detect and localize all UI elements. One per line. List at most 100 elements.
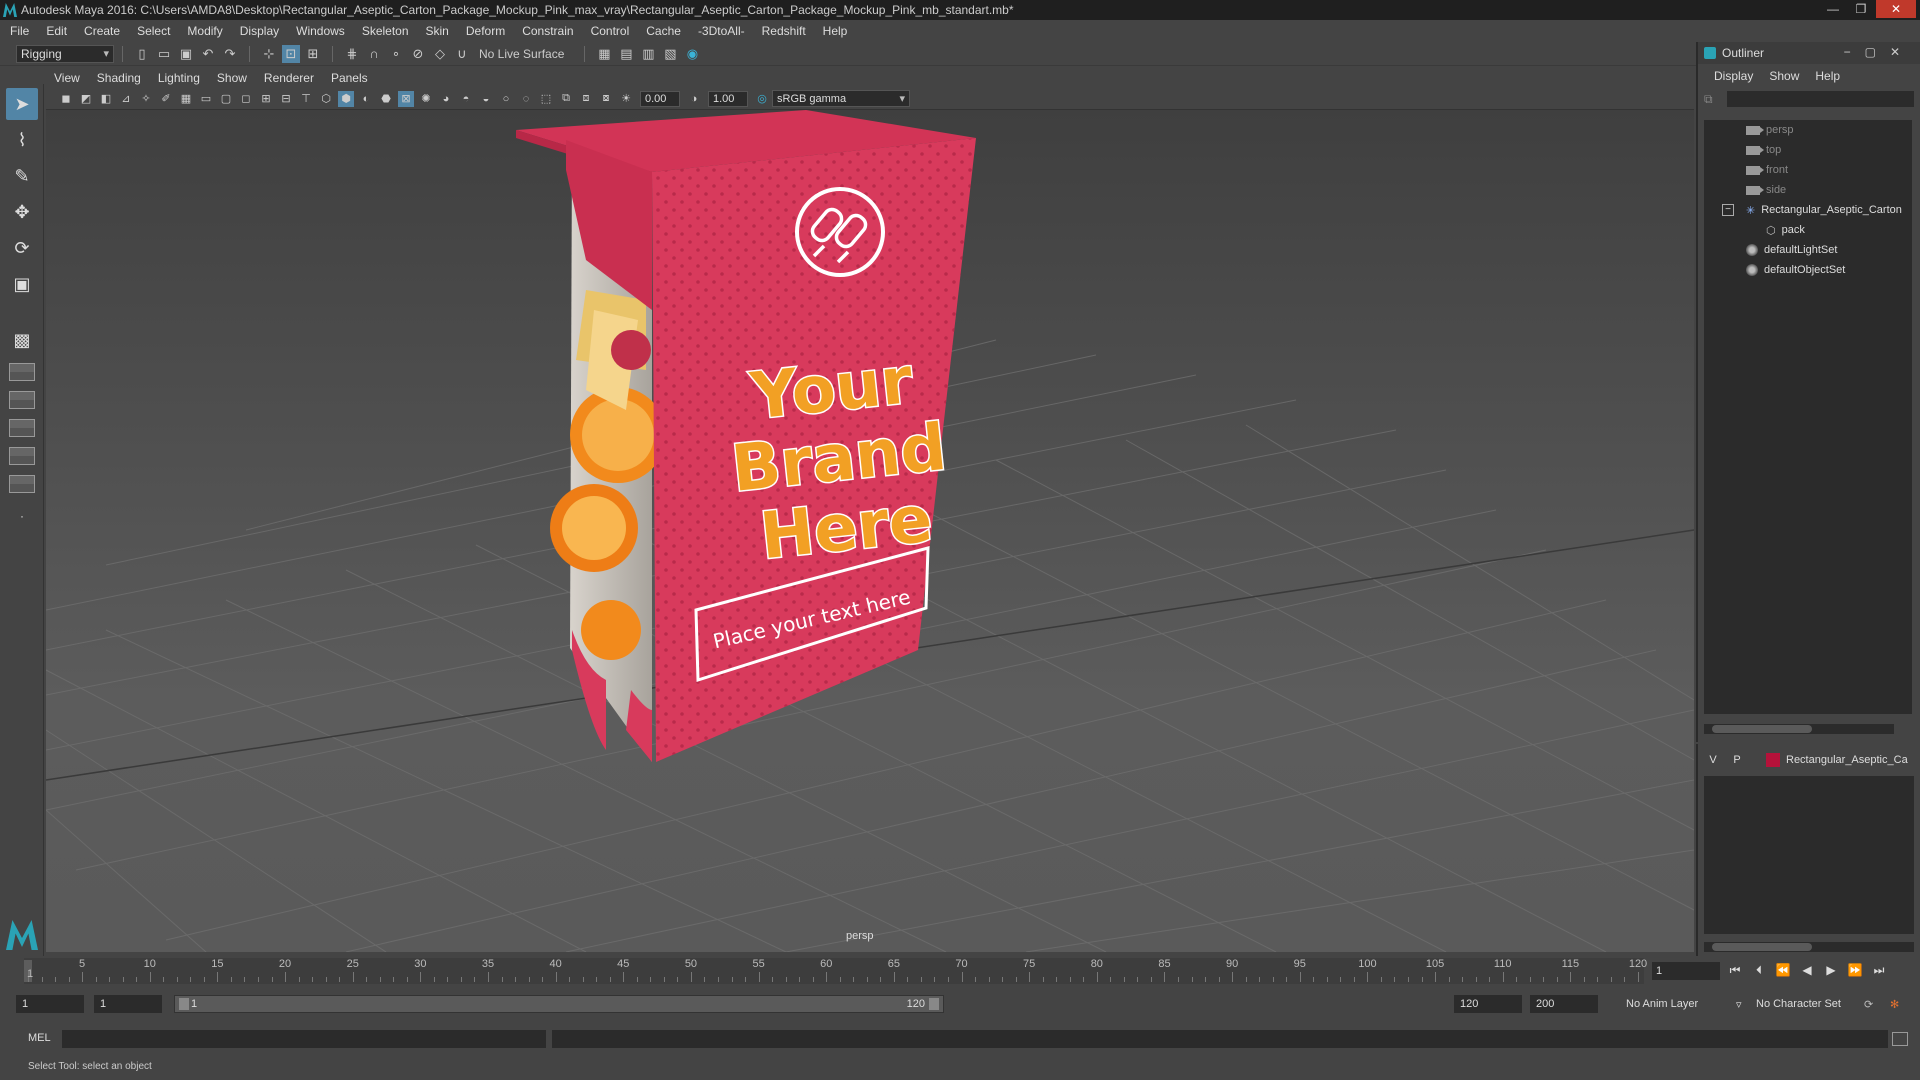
filter-icon[interactable]: ⧉ [1704, 92, 1713, 107]
menu-display[interactable]: Display [240, 24, 279, 38]
hypershade-icon[interactable]: ◉ [683, 45, 701, 63]
step-forward-frame-icon[interactable]: ⏩ [1846, 960, 1864, 980]
panel-menu-shading[interactable]: Shading [97, 71, 141, 85]
menu-file[interactable]: File [10, 24, 29, 38]
chevron-down-icon[interactable]: ▿ [1736, 995, 1742, 1013]
menu-3dtoall[interactable]: -3DtoAll- [698, 24, 745, 38]
select-object-icon[interactable]: ⊡ [282, 44, 300, 63]
anim-end-field[interactable]: 200 [1530, 995, 1598, 1013]
wireframe-icon[interactable]: ⬡ [318, 91, 334, 107]
camera-attributes-icon[interactable]: ◩ [78, 91, 94, 107]
outliner-item-default-object-set[interactable]: defaultObjectSet [1704, 260, 1912, 280]
play-forward-icon[interactable]: ▶ [1822, 960, 1840, 980]
maximize-icon[interactable]: ❐ [1848, 0, 1874, 18]
select-component-icon[interactable]: ⊞ [304, 45, 322, 63]
menu-create[interactable]: Create [84, 24, 120, 38]
snap-curve-icon[interactable]: ∩ [365, 45, 383, 63]
preferences-icon[interactable]: ✻ [1890, 995, 1899, 1013]
xray-joints-icon[interactable]: ⧈ [578, 91, 594, 107]
film-gate-icon[interactable]: ▭ [198, 91, 214, 107]
collapse-icon[interactable]: − [1722, 204, 1734, 216]
menu-modify[interactable]: Modify [187, 24, 222, 38]
layer-color-swatch[interactable] [1766, 753, 1780, 767]
minimize-icon[interactable]: — [1820, 0, 1846, 18]
outliner-item-side[interactable]: side [1704, 180, 1912, 200]
scale-tool-icon[interactable]: ▣ [6, 268, 38, 300]
display-layer-row[interactable]: V P Rectangular_Aseptic_Ca [1704, 750, 1914, 770]
outliner-item-top[interactable]: top [1704, 140, 1912, 160]
smooth-shade-icon[interactable]: ⬢ [338, 90, 354, 107]
snap-surface-icon[interactable]: ◇ [431, 45, 449, 63]
open-scene-icon[interactable]: ▭ [155, 45, 173, 63]
paint-select-icon[interactable]: ✎ [6, 160, 38, 192]
move-tool-icon[interactable]: ✥ [6, 196, 38, 228]
bookmark-icon[interactable]: ◧ [98, 91, 114, 107]
menu-select[interactable]: Select [137, 24, 170, 38]
go-to-end-icon[interactable]: ⏭ [1870, 960, 1888, 980]
safe-title-icon[interactable]: ⊤ [298, 91, 314, 107]
outliner-menu-show[interactable]: Show [1769, 69, 1799, 83]
menu-redshift[interactable]: Redshift [762, 24, 806, 38]
screen-space-ao-icon[interactable]: ◓ [458, 91, 474, 107]
gate-mask-icon[interactable]: ◻ [238, 91, 254, 107]
menu-skeleton[interactable]: Skeleton [362, 24, 409, 38]
auto-key-icon[interactable]: ⟳ [1864, 995, 1873, 1013]
redo-icon[interactable]: ↷ [221, 45, 239, 63]
grid-icon[interactable]: ▦ [178, 91, 194, 107]
single-perspective-icon[interactable]: ▩ [6, 324, 38, 356]
outliner-list[interactable]: persp top front side − ✳ Rectangular_Asept… [1704, 120, 1912, 714]
menu-constrain[interactable]: Constrain [522, 24, 573, 38]
rotate-tool-icon[interactable]: ⟳ [6, 232, 38, 264]
exposure-field[interactable]: 0.00 [640, 90, 680, 107]
command-input[interactable] [62, 1030, 546, 1048]
more-layouts-icon[interactable]: · [6, 500, 38, 532]
camera-select-icon[interactable]: ◼ [58, 91, 74, 107]
outliner-item-pack[interactable]: ⬡ pack [1704, 220, 1912, 240]
render-icon[interactable]: ▦ [595, 45, 613, 63]
save-scene-icon[interactable]: ▣ [177, 45, 195, 63]
persp-outliner-layout-icon[interactable] [6, 444, 38, 468]
wireframe-on-shaded-icon[interactable]: ⬣ [378, 91, 394, 107]
character-set-dropdown[interactable]: No Character Set [1756, 995, 1841, 1013]
outliner-search-input[interactable] [1726, 91, 1914, 107]
select-tool-icon[interactable]: ➤ [6, 88, 38, 120]
ipr-render-icon[interactable]: ▥ [639, 45, 657, 63]
image-plane-icon[interactable]: ⊿ [118, 91, 134, 107]
2d-pan-icon[interactable]: ✧ [138, 91, 154, 107]
motion-blur-icon[interactable]: ◒ [478, 91, 494, 107]
outliner-item-default-light-set[interactable]: defaultLightSet [1704, 240, 1912, 260]
menuset-dropdown[interactable]: Rigging [16, 44, 114, 63]
depth-of-field-icon[interactable]: ◌ [518, 91, 534, 107]
anim-start-field[interactable]: 1 [94, 995, 162, 1013]
layer-playback-toggle[interactable]: P [1728, 754, 1746, 766]
go-to-start-icon[interactable]: ⏮ [1726, 960, 1744, 980]
lasso-tool-icon[interactable]: ⌇ [6, 124, 38, 156]
close-icon[interactable]: ✕ [1876, 0, 1916, 18]
menu-deform[interactable]: Deform [466, 24, 505, 38]
field-chart-icon[interactable]: ⊞ [258, 91, 274, 107]
panel-menu-lighting[interactable]: Lighting [158, 71, 200, 85]
panel-menu-renderer[interactable]: Renderer [264, 71, 314, 85]
playback-range-bar[interactable]: 1 120 [174, 995, 944, 1013]
select-hierarchy-icon[interactable]: ⊹ [260, 45, 278, 63]
live-surface-label[interactable]: No Live Surface [479, 47, 564, 61]
magnet-icon[interactable]: ∪ [453, 45, 471, 63]
textured-icon[interactable]: ⊠ [398, 90, 414, 107]
script-editor-icon[interactable] [1892, 1032, 1908, 1046]
default-material-icon[interactable]: ◐ [358, 91, 374, 107]
isolate-select-icon[interactable]: ⬚ [538, 91, 554, 107]
new-scene-icon[interactable]: ▯ [133, 45, 151, 63]
layer-horizontal-scrollbar[interactable] [1704, 942, 1914, 952]
snap-point-icon[interactable]: ∘ [387, 45, 405, 63]
step-back-frame-icon[interactable]: ⏪ [1774, 960, 1792, 980]
panel-menu-panels[interactable]: Panels [331, 71, 368, 85]
use-all-lights-icon[interactable]: ✺ [418, 91, 434, 107]
outliner-item-front[interactable]: front [1704, 160, 1912, 180]
shadows-icon[interactable]: ◕ [438, 91, 454, 107]
menu-skin[interactable]: Skin [426, 24, 449, 38]
persp-graph-layout-icon[interactable] [6, 416, 38, 440]
grease-pencil-icon[interactable]: ✐ [158, 91, 174, 107]
end-time-field[interactable]: 120 [1454, 995, 1522, 1013]
panel-menu-view[interactable]: View [54, 71, 80, 85]
outliner-horizontal-scrollbar[interactable] [1704, 724, 1894, 734]
